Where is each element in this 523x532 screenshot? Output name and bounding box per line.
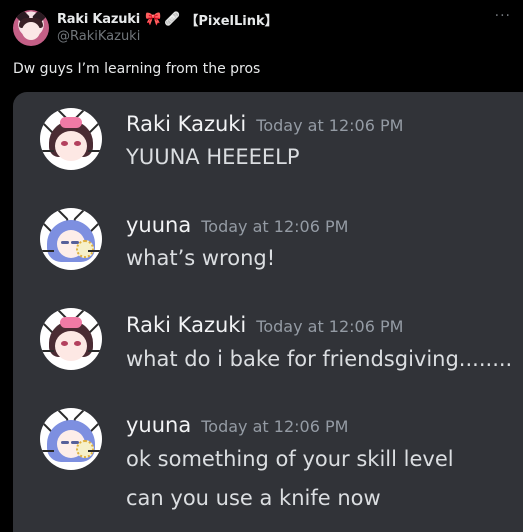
whisker xyxy=(42,250,54,252)
avatar-eye xyxy=(61,441,69,444)
message-timestamp: Today at 12:06 PM xyxy=(201,417,349,436)
avatar-face xyxy=(22,22,40,40)
author-name-row: Raki Kazuki 🎀 🩹 【PixelLink】 xyxy=(57,10,278,29)
avatar-eye xyxy=(61,241,69,244)
ribbon-emoji-icon: 🎀 xyxy=(144,12,162,27)
message-text: what’s wrong! xyxy=(126,246,276,270)
avatar-eye xyxy=(71,441,79,444)
avatar-eye xyxy=(61,141,68,146)
message-text: what do i bake for friendsgiving........ xyxy=(126,347,513,371)
tweet-media-discord-screenshot[interactable]: Raki Kazuki Today at 12:06 PM YUUNA HEEE… xyxy=(13,92,523,532)
message-text: ok something of your skill level xyxy=(126,447,454,471)
whisker xyxy=(42,350,54,352)
raki-avatar xyxy=(40,108,102,170)
whisker xyxy=(42,450,54,452)
ellipsis-icon[interactable]: ··· xyxy=(495,8,511,24)
message-timestamp: Today at 12:06 PM xyxy=(256,317,404,336)
avatar-eye xyxy=(61,341,68,346)
yuuna-avatar xyxy=(40,208,102,270)
avatar-face xyxy=(55,131,87,161)
message-text: can you use a knife now xyxy=(126,486,381,510)
avatar-eye xyxy=(74,341,81,346)
message-timestamp: Today at 12:06 PM xyxy=(256,116,404,135)
avatar-face xyxy=(55,331,87,361)
bow-icon xyxy=(60,117,82,128)
avatar-eye xyxy=(71,241,79,244)
whisker xyxy=(88,350,100,352)
bandage-emoji-icon: 🩹 xyxy=(164,12,181,27)
whisker xyxy=(42,150,54,152)
tweet-header: Raki Kazuki 🎀 🩹 【PixelLink】 @RakiKazuki … xyxy=(0,0,523,56)
message-text: YUUNA HEEEELP xyxy=(126,145,300,169)
message-meta: Raki Kazuki Today at 12:06 PM xyxy=(126,313,403,337)
bow-icon xyxy=(60,317,82,328)
whisker xyxy=(88,450,100,452)
name-tag: 【PixelLink】 xyxy=(185,14,278,29)
message-meta: Raki Kazuki Today at 12:06 PM xyxy=(126,112,403,136)
message-author: Raki Kazuki xyxy=(126,112,247,136)
tweet-text: Dw guys I’m learning from the pros xyxy=(13,61,261,77)
message-author: yuuna xyxy=(126,213,192,237)
message-author: Raki Kazuki xyxy=(126,313,247,337)
whisker xyxy=(88,250,100,252)
message-timestamp: Today at 12:06 PM xyxy=(201,217,349,236)
author-avatar[interactable] xyxy=(13,10,49,46)
whisker xyxy=(88,150,100,152)
message-meta: yuuna Today at 12:06 PM xyxy=(126,213,348,237)
display-name[interactable]: Raki Kazuki xyxy=(57,12,140,27)
yuuna-avatar xyxy=(40,408,102,470)
raki-avatar xyxy=(40,308,102,370)
message-meta: yuuna Today at 12:06 PM xyxy=(126,413,348,437)
avatar-eye xyxy=(74,141,81,146)
message-author: yuuna xyxy=(126,413,192,437)
author-handle[interactable]: @RakiKazuki xyxy=(57,29,140,44)
